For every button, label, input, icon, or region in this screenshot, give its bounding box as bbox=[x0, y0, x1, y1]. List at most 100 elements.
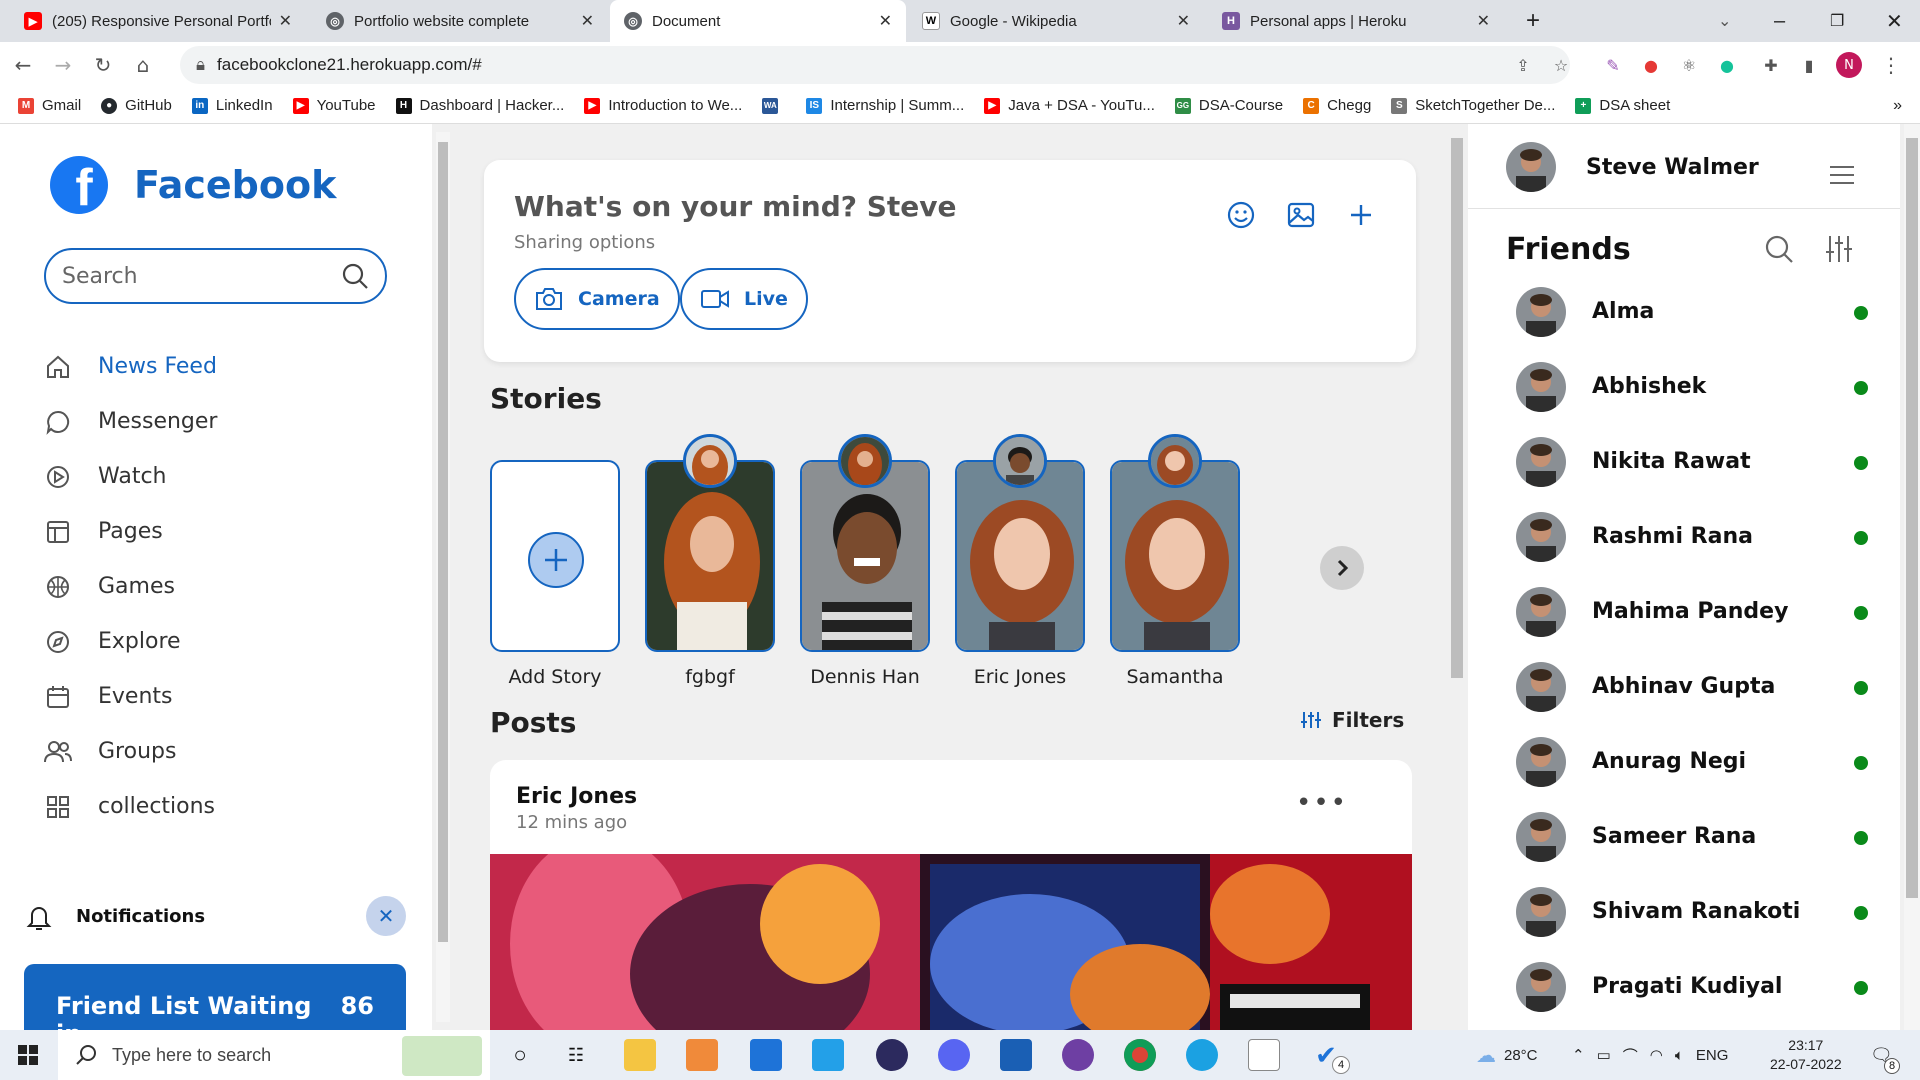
bookmarks-overflow-icon[interactable]: » bbox=[1893, 97, 1902, 115]
camera-button[interactable]: Camera bbox=[514, 268, 680, 330]
emoji-icon[interactable] bbox=[1226, 200, 1256, 230]
feed-scrollbar[interactable] bbox=[1450, 124, 1464, 1030]
battery-icon[interactable]: ▭ bbox=[1597, 1046, 1611, 1064]
home-browser-icon[interactable]: ⌂ bbox=[126, 48, 160, 82]
new-tab-button[interactable]: + bbox=[1512, 0, 1552, 42]
bookmark-star-icon[interactable]: ☆ bbox=[1548, 52, 1574, 78]
browser-menu-icon[interactable]: ⋮ bbox=[1878, 52, 1904, 78]
sidepanel-icon[interactable]: ▮ bbox=[1796, 52, 1822, 78]
search-icon[interactable] bbox=[341, 262, 369, 290]
browser-tab-active[interactable]: ◎ Document ✕ bbox=[610, 0, 906, 42]
close-window-icon[interactable]: ✕ bbox=[1872, 0, 1912, 42]
close-notifications-button[interactable]: ✕ bbox=[366, 896, 406, 936]
vscode-icon[interactable] bbox=[812, 1039, 844, 1071]
mail-icon[interactable] bbox=[750, 1039, 782, 1071]
stories-next-button[interactable] bbox=[1320, 546, 1364, 590]
menu-item-events[interactable]: Events bbox=[44, 669, 217, 724]
forward-icon[interactable]: → bbox=[46, 48, 80, 82]
plus-icon[interactable] bbox=[1346, 200, 1376, 230]
left-scrollbar[interactable] bbox=[436, 132, 450, 1022]
friend-item[interactable]: Nikita Rawat bbox=[1516, 424, 1868, 499]
composer-prompt[interactable]: What's on your mind? Steve bbox=[514, 190, 957, 223]
close-tab-icon[interactable]: ✕ bbox=[879, 11, 892, 31]
friend-list-card[interactable]: Friend List Waiting in 86 bbox=[24, 964, 406, 1030]
friend-item[interactable]: Abhinav Gupta bbox=[1516, 649, 1868, 724]
windows-start-icon[interactable] bbox=[18, 1045, 38, 1070]
notifications-row[interactable]: Notifications ✕ bbox=[24, 894, 406, 938]
file-explorer-icon[interactable] bbox=[624, 1039, 656, 1071]
menu-item-explore[interactable]: Explore bbox=[44, 614, 217, 669]
language-indicator[interactable]: ENG bbox=[1696, 1047, 1729, 1064]
taskbar-search-input[interactable]: Type here to search bbox=[58, 1030, 490, 1080]
filters-button[interactable]: Filters bbox=[1300, 708, 1404, 732]
scrollbar-thumb[interactable] bbox=[438, 142, 448, 942]
bookmark-intro-web[interactable]: ▶ Introduction to We... bbox=[584, 97, 742, 114]
extension-pen-icon[interactable]: ✎ bbox=[1600, 52, 1626, 78]
minimize-icon[interactable]: – bbox=[1760, 0, 1800, 42]
weather-widget[interactable]: ☁ 28°C bbox=[1476, 1030, 1538, 1080]
extension-adblock-icon[interactable]: ● bbox=[1638, 52, 1664, 78]
profile-header[interactable]: Steve Walmer bbox=[1506, 142, 1759, 192]
friend-item[interactable]: Shivam Ranakoti bbox=[1516, 874, 1868, 949]
bookmark-hackerearth[interactable]: H Dashboard | Hacker... bbox=[395, 97, 564, 114]
scrollbar-thumb[interactable] bbox=[1451, 138, 1463, 678]
more-options-icon[interactable]: ••• bbox=[1296, 788, 1348, 818]
speaker-icon[interactable]: 🔈︎ bbox=[1675, 1047, 1684, 1064]
story-card[interactable] bbox=[800, 460, 930, 652]
clock[interactable]: 23:17 22-07-2022 bbox=[1770, 1030, 1842, 1080]
github-desktop-icon[interactable] bbox=[1062, 1039, 1094, 1071]
extension-grammarly-icon[interactable]: ● bbox=[1714, 52, 1740, 78]
network-icon[interactable]: ⌒ bbox=[1623, 1045, 1638, 1066]
close-tab-icon[interactable]: ✕ bbox=[581, 11, 594, 31]
friend-item[interactable]: Alma bbox=[1516, 274, 1868, 349]
tab-search-icon[interactable]: ⌄ bbox=[1704, 0, 1744, 42]
browser-tab[interactable]: ▶ (205) Responsive Personal Portfo ✕ bbox=[10, 0, 306, 42]
close-tab-icon[interactable]: ✕ bbox=[279, 11, 292, 31]
reload-icon[interactable]: ↻ bbox=[86, 48, 120, 82]
search-icon[interactable] bbox=[1764, 234, 1794, 264]
menu-item-watch[interactable]: Watch bbox=[44, 449, 217, 504]
discord-icon[interactable] bbox=[938, 1039, 970, 1071]
extension-react-icon[interactable]: ⚛ bbox=[1676, 52, 1702, 78]
bookmark-github[interactable]: ● GitHub bbox=[101, 97, 172, 114]
bookmark-sketchtogether[interactable]: S SketchTogether De... bbox=[1391, 97, 1555, 114]
friend-item[interactable]: Mahima Pandey bbox=[1516, 574, 1868, 649]
tray-overflow-icon[interactable]: ⌃ bbox=[1572, 1046, 1585, 1064]
menu-item-groups[interactable]: Groups bbox=[44, 724, 217, 779]
brand[interactable]: f Facebook bbox=[50, 156, 336, 214]
browser-tab[interactable]: ◎ Portfolio website complete ✕ bbox=[312, 0, 608, 42]
eclipse-icon[interactable] bbox=[876, 1039, 908, 1071]
browser-tab[interactable]: H Personal apps | Heroku ✕ bbox=[1208, 0, 1504, 42]
friend-item[interactable]: Sameer Rana bbox=[1516, 799, 1868, 874]
image-icon[interactable] bbox=[1286, 200, 1316, 230]
menu-item-collections[interactable]: collections bbox=[44, 779, 217, 834]
add-story-card[interactable] bbox=[490, 460, 620, 652]
bookmark-youtube[interactable]: ▶ YouTube bbox=[292, 97, 376, 114]
add-story-plus-icon[interactable] bbox=[528, 532, 584, 588]
friend-item[interactable]: Abhishek bbox=[1516, 349, 1868, 424]
menu-item-pages[interactable]: Pages bbox=[44, 504, 217, 559]
extensions-puzzle-icon[interactable]: ✚ bbox=[1758, 52, 1784, 78]
filter-sliders-icon[interactable] bbox=[1824, 234, 1854, 264]
edge-icon[interactable] bbox=[1186, 1039, 1218, 1071]
hamburger-menu-icon[interactable] bbox=[1828, 164, 1856, 186]
share-icon[interactable]: ⇪ bbox=[1510, 52, 1536, 78]
story-card[interactable] bbox=[955, 460, 1085, 652]
widgets-icon[interactable]: ☷ bbox=[560, 1039, 592, 1071]
post-author[interactable]: Eric Jones bbox=[516, 784, 637, 809]
back-icon[interactable]: ← bbox=[6, 48, 40, 82]
bookmark-java-dsa[interactable]: ▶ Java + DSA - YouTu... bbox=[984, 97, 1155, 114]
close-tab-icon[interactable]: ✕ bbox=[1477, 11, 1490, 31]
bookmark-chegg[interactable]: C Chegg bbox=[1303, 97, 1371, 114]
profile-avatar[interactable]: N bbox=[1836, 52, 1862, 78]
menu-item-games[interactable]: Games bbox=[44, 559, 217, 614]
bookmark-gmail[interactable]: M Gmail bbox=[18, 97, 81, 114]
store-icon[interactable] bbox=[1000, 1039, 1032, 1071]
url-bar[interactable]: 🔒︎ facebookclone21.herokuapp.com/# bbox=[180, 46, 1570, 84]
restore-icon[interactable]: ❐ bbox=[1816, 0, 1856, 42]
friend-item[interactable]: Pragati Kudiyal bbox=[1516, 949, 1868, 1024]
close-tab-icon[interactable]: ✕ bbox=[1177, 11, 1190, 31]
task-view-icon[interactable]: ○ bbox=[504, 1039, 536, 1071]
bookmark-wa[interactable]: WA bbox=[762, 97, 786, 114]
bookmark-linkedin[interactable]: in LinkedIn bbox=[191, 97, 273, 114]
